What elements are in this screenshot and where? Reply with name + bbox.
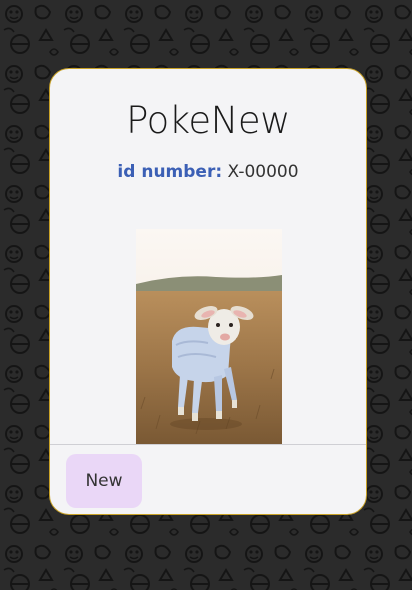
- lamb-photo: [136, 229, 282, 444]
- id-row: id number: X-00000: [50, 162, 366, 182]
- id-label: id number:: [117, 162, 223, 182]
- card-divider: [50, 444, 366, 445]
- new-button[interactable]: New: [66, 454, 142, 508]
- card-title: PokeNew: [126, 99, 290, 142]
- id-value: X-00000: [227, 162, 299, 182]
- poke-card: PokeNew id number: X-00000 New: [49, 68, 367, 515]
